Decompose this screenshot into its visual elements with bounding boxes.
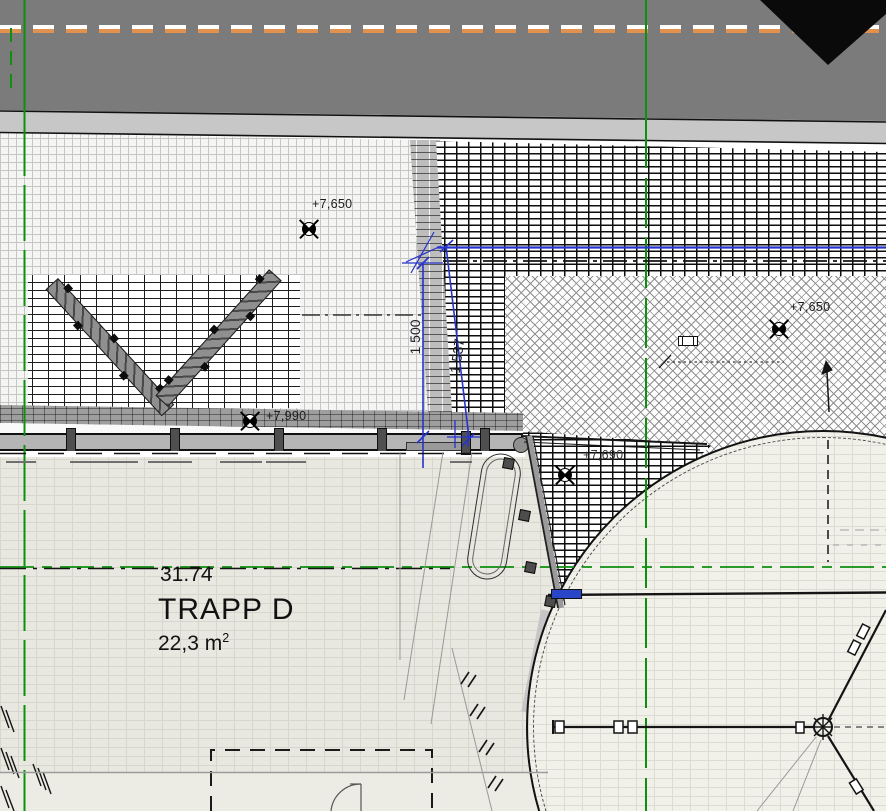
linework-overlay: [0, 0, 886, 811]
centerline-dashdot-black: [0, 261, 886, 569]
dimension-text-1500: 1 500: [407, 319, 423, 354]
grid-lines-green: [0, 0, 886, 811]
door-swing: [331, 784, 361, 811]
bench-symbol: [678, 336, 698, 346]
level-label-upper-left: +7,650: [312, 197, 352, 211]
level-label-upper-right: +7,650: [790, 300, 830, 314]
level-benchmark-icon: [772, 322, 786, 336]
up-arrow: [822, 361, 832, 412]
stair-dashed-outline: [211, 750, 432, 811]
survey-dotted-leader: [659, 355, 784, 368]
room-area-exponent: 2: [222, 631, 229, 645]
dimension-lines-blue: [402, 232, 886, 468]
joint-dash: [266, 461, 306, 463]
drain-blue: [551, 589, 582, 599]
joint-dash: [148, 461, 192, 463]
rail-diagonal: [526, 436, 565, 608]
joint-dash: [70, 461, 138, 463]
level-benchmark-icon: [558, 468, 572, 482]
rail-post-diagonal: [518, 509, 531, 522]
joint-dash: [6, 461, 36, 463]
room-number: 31.74: [160, 563, 213, 587]
room-name: TRAPP D: [158, 593, 294, 627]
level-label-stair-mid: +7,690: [583, 448, 623, 462]
level-benchmark-icon: [243, 414, 257, 428]
site-plan-canvas: +7,650 +7,650 +7,990 +7,690 1 500 1 537 …: [0, 0, 886, 811]
canopy-spokes: [553, 610, 886, 811]
room-area: 22,3 m2: [158, 631, 229, 656]
slope-tick-marks: [1, 706, 51, 811]
road-edge-lines: [0, 111, 886, 144]
rail-post-diagonal: [524, 561, 537, 574]
circle-interior-dashes: [833, 530, 886, 545]
joint-dash: [450, 461, 472, 463]
joint-dash: [220, 461, 262, 463]
room-area-value: 22,3 m: [158, 632, 222, 655]
rail-post-diagonal: [502, 457, 515, 470]
level-label-wall-edge: +7,990: [266, 409, 306, 423]
terrace-edge-line: [548, 593, 886, 596]
level-benchmark-icon: [302, 222, 316, 236]
